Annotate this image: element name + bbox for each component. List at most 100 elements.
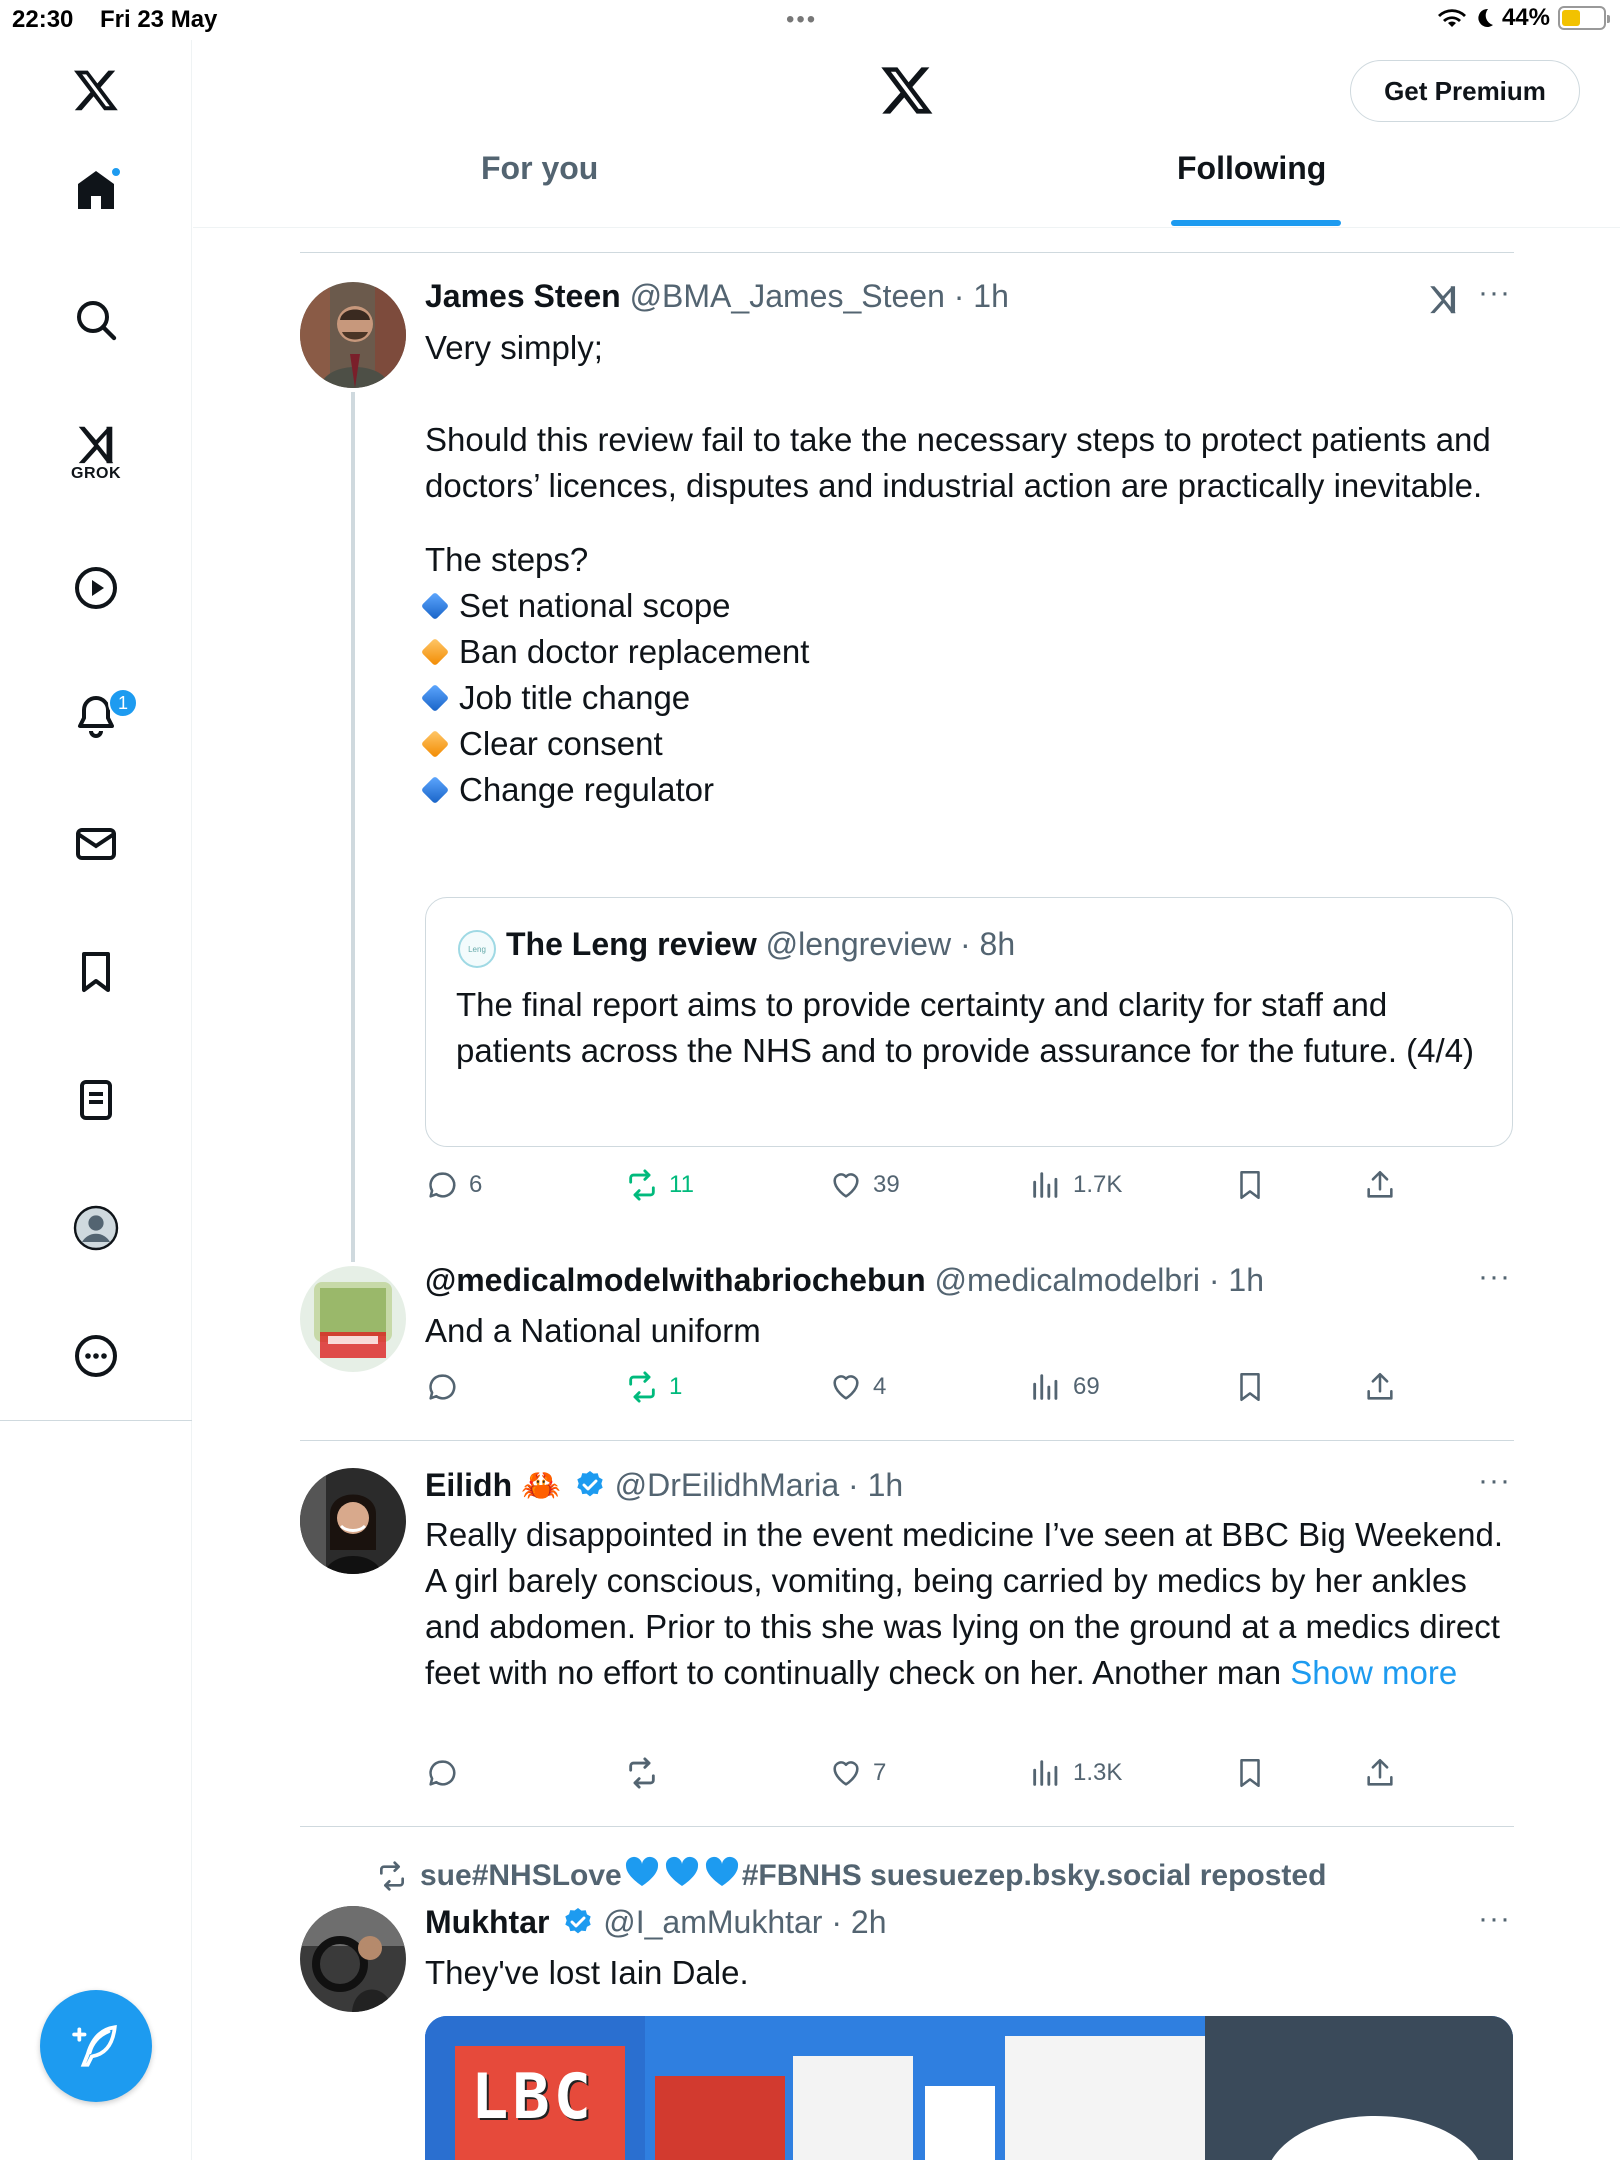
lists-icon[interactable]: [46, 1050, 146, 1150]
quoted-tweet-text: The final report aims to provide certain…: [456, 986, 1475, 1069]
sidebar-divider: [0, 1420, 192, 1421]
multitasking-dots[interactable]: •••: [786, 6, 817, 34]
author-name[interactable]: Mukhtar: [425, 1904, 549, 1940]
post-time[interactable]: · 1h: [848, 1467, 903, 1503]
share-icon: [1367, 1170, 1393, 1198]
bookmark-button[interactable]: [1233, 1756, 1267, 1790]
avatar[interactable]: [300, 1468, 406, 1574]
tweet-actions: 7 1.3K: [425, 1756, 1525, 1800]
more-options-icon[interactable]: ···: [1478, 1902, 1511, 1936]
moon-icon: [1478, 8, 1493, 27]
bookmarks-icon[interactable]: [46, 922, 146, 1022]
reply-icon: [429, 1172, 456, 1198]
x-logo-icon[interactable]: [46, 40, 146, 140]
left-sidebar: GROK 1: [0, 40, 192, 2160]
more-options-icon[interactable]: ···: [1478, 1464, 1511, 1498]
diamond-icon: [420, 592, 450, 621]
verified-badge-icon: [565, 1908, 592, 1934]
reposted-label: #FBNHS suesuezep.bsky.social reposted: [741, 1859, 1327, 1892]
avatar[interactable]: [300, 282, 406, 388]
status-date: Fri 23 May: [100, 6, 218, 33]
get-premium-button[interactable]: Get Premium: [1350, 60, 1580, 122]
list-item: Set national scope: [415, 583, 1505, 629]
messages-envelope-icon[interactable]: [46, 794, 146, 894]
x-logo-icon[interactable]: [879, 62, 935, 118]
author-name[interactable]: James Steen: [425, 278, 621, 314]
active-tab-indicator: [1171, 220, 1341, 226]
profile-avatar-icon[interactable]: [46, 1178, 146, 1278]
video-icon[interactable]: [46, 538, 146, 638]
tab-following[interactable]: Following: [1177, 150, 1326, 187]
repost-icon: [380, 1861, 404, 1891]
avatar[interactable]: [300, 1266, 406, 1372]
reposter-name: sue#NHSLove: [420, 1859, 622, 1892]
author-name[interactable]: @medicalmodelwithabriochebun: [425, 1262, 926, 1298]
more-options-icon[interactable]: ···: [1478, 1260, 1511, 1294]
author-handle[interactable]: @medicalmodelbri: [935, 1262, 1200, 1298]
more-options-icon[interactable]: ···: [1478, 276, 1511, 310]
repost-button[interactable]: 1: [625, 1370, 682, 1404]
like-button[interactable]: 4: [829, 1370, 886, 1404]
status-bar: 22:30 Fri 23 May ••• 44%: [0, 0, 1620, 40]
post-time[interactable]: · 1h: [1209, 1262, 1264, 1298]
like-count: 39: [873, 1171, 900, 1198]
search-icon[interactable]: [46, 270, 146, 370]
tab-for-you[interactable]: For you: [481, 150, 598, 187]
bookmark-button[interactable]: [1233, 1370, 1267, 1404]
tweet-divider: [300, 1440, 1514, 1441]
compose-post-button[interactable]: [40, 1990, 152, 2102]
home-unread-dot: [110, 166, 122, 178]
battery-icon: [1558, 6, 1610, 30]
thread-connector: [351, 392, 355, 1262]
share-button[interactable]: [1363, 1756, 1397, 1790]
reply-button[interactable]: 6: [425, 1168, 482, 1202]
list-item: Clear consent: [415, 721, 1505, 767]
reply-button[interactable]: [425, 1370, 469, 1404]
post-time[interactable]: · 1h: [954, 278, 1009, 314]
quoted-post-time: · 8h: [959, 926, 1016, 962]
timeline-header: Get Premium For you Following: [193, 40, 1620, 228]
view-count: 1.7K: [1073, 1171, 1123, 1198]
views-bar-chart-icon: [1033, 1374, 1058, 1400]
share-icon: [1367, 1372, 1393, 1400]
author-handle[interactable]: @DrEilidhMaria: [615, 1467, 840, 1503]
repost-icon: [629, 1757, 655, 1789]
grok-label: GROK: [71, 465, 121, 482]
quoted-tweet[interactable]: Leng The Leng review @lengreview · 8h Th…: [425, 897, 1513, 1147]
bookmark-icon: [1240, 1758, 1260, 1788]
list-item: Change regulator: [415, 767, 1505, 813]
battery-percent: 44%: [1501, 4, 1550, 31]
share-button[interactable]: [1363, 1168, 1397, 1202]
bookmark-icon: [1240, 1372, 1260, 1402]
views-button[interactable]: 1.7K: [1029, 1168, 1122, 1202]
grok-icon[interactable]: [1426, 282, 1460, 316]
views-button[interactable]: 69: [1029, 1370, 1100, 1404]
author-handle[interactable]: @BMA_James_Steen: [630, 278, 945, 314]
repost-button[interactable]: [625, 1756, 669, 1790]
wifi-icon: [1437, 9, 1466, 27]
post-time[interactable]: · 2h: [831, 1904, 886, 1940]
grok-icon[interactable]: GROK: [46, 402, 146, 502]
like-button[interactable]: 39: [829, 1168, 900, 1202]
like-button[interactable]: 7: [829, 1756, 886, 1790]
show-more-link[interactable]: Show more: [1290, 1654, 1457, 1691]
reply-button[interactable]: [425, 1756, 469, 1790]
bookmark-button[interactable]: [1233, 1168, 1267, 1202]
quoted-author-handle: @lengreview: [765, 926, 952, 962]
views-button[interactable]: 1.3K: [1029, 1756, 1122, 1790]
author-handle[interactable]: @I_amMukhtar: [603, 1904, 822, 1940]
notifications-bell-icon[interactable]: 1: [46, 666, 146, 766]
tweet-media-image[interactable]: LBC: [425, 2016, 1513, 2160]
more-options-icon[interactable]: [46, 1306, 146, 1406]
home-icon[interactable]: [46, 140, 146, 240]
share-button[interactable]: [1363, 1370, 1397, 1404]
reposted-by[interactable]: sue#NHSLove #FBNHS suesuezep.bsky.social…: [376, 1856, 1326, 1896]
steps-title: The steps?: [425, 541, 589, 578]
avatar[interactable]: [300, 1906, 406, 2012]
author-name[interactable]: Eilidh: [425, 1467, 512, 1503]
blue-hearts-icon: [622, 1856, 742, 1896]
diamond-icon: [420, 730, 450, 759]
notifications-badge: 1: [108, 688, 138, 718]
repost-button[interactable]: 11: [625, 1168, 694, 1202]
diamond-icon: [420, 684, 450, 713]
